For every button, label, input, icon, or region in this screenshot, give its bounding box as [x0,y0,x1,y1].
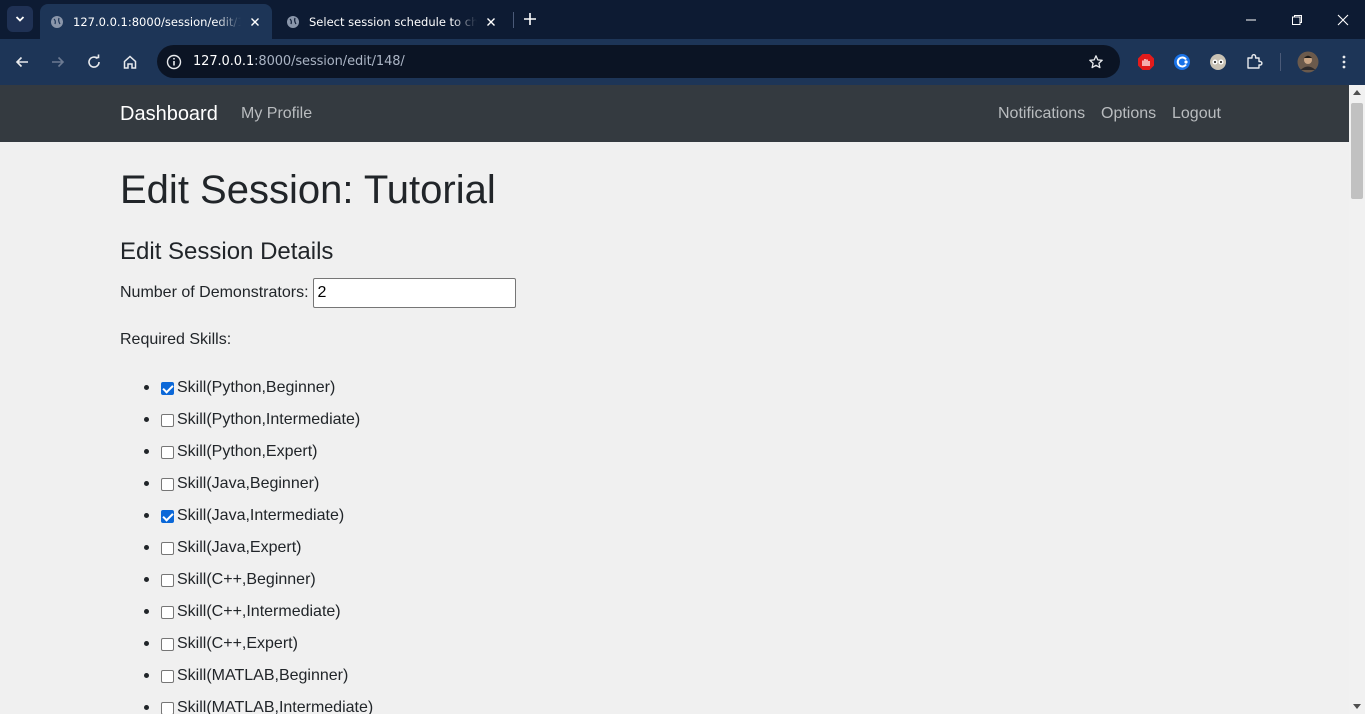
skill-checkbox[interactable] [161,382,174,395]
adblock-extension-icon[interactable] [1135,51,1157,73]
navbar-brand-dashboard[interactable]: Dashboard [120,103,218,126]
globe-icon [50,15,64,29]
reload-icon [88,54,100,68]
bullet [144,641,149,646]
skill-label[interactable]: Skill(MATLAB,Beginner) [177,667,348,685]
skill-checkbox[interactable] [161,702,174,714]
skill-label[interactable]: Skill(C++,Intermediate) [177,603,341,621]
globe-icon [286,15,300,29]
address-bar[interactable]: 127.0.0.1:8000/session/edit/148/ [157,45,1120,78]
demonstrators-input[interactable] [312,278,516,308]
skill-checkbox[interactable] [161,414,174,427]
avatar[interactable] [1297,51,1319,73]
skill-checkbox[interactable] [161,542,174,555]
page-title: Edit Session: Tutorial [120,168,496,212]
skill-checkbox[interactable] [161,478,174,491]
bullet [144,673,149,678]
skill-label[interactable]: Skill(Java,Intermediate) [177,507,344,525]
demonstrators-label: Number of Demonstrators: [120,284,309,301]
close-icon[interactable] [483,14,499,30]
forward-button[interactable] [45,49,71,75]
demonstrators-row: Number of Demonstrators: [120,278,516,308]
scroll-down-arrow-icon[interactable] [1353,704,1361,709]
nav-link-logout[interactable]: Logout [1172,105,1221,123]
restore-button[interactable] [1274,0,1320,39]
url-path: :8000/session/edit/148/ [254,54,405,69]
bullet [144,577,149,582]
browser-toolbar: 127.0.0.1:8000/session/edit/148/ [0,39,1365,85]
skill-checkbox[interactable] [161,606,174,619]
required-skills-label: Required Skills: [120,331,232,348]
bookmark-star-icon[interactable] [1086,52,1106,72]
close-icon[interactable] [247,14,263,30]
scrollbar-thumb[interactable] [1351,103,1363,199]
skill-checkbox[interactable] [161,638,174,651]
nav-link-notifications[interactable]: Notifications [998,105,1085,123]
skill-label[interactable]: Skill(Python,Expert) [177,443,318,461]
toolbar-divider [1280,53,1281,71]
skill-checkbox[interactable] [161,446,174,459]
section-title: Edit Session Details [120,238,334,265]
skill-label[interactable]: Skill(Java,Expert) [177,539,301,557]
url-host: 127.0.0.1 [193,54,255,69]
arrow-right-icon [52,56,65,68]
home-icon [123,55,137,69]
tab-search-button[interactable] [7,6,33,32]
close-window-button[interactable] [1320,0,1365,39]
arrow-left-icon [15,56,28,68]
reload-button[interactable] [81,49,107,75]
new-tab-button[interactable] [520,9,540,29]
skill-label[interactable]: Skill(Java,Beginner) [177,475,319,493]
chevron-down-icon [15,16,25,22]
minimize-icon [1246,19,1256,20]
skill-label[interactable]: Skill(C++,Expert) [177,635,298,653]
tab-title: Select session schedule to change [309,14,477,29]
bullet [144,449,149,454]
skill-label[interactable]: Skill(MATLAB,Intermediate) [177,699,373,714]
bullet [144,481,149,486]
restore-icon [1292,14,1302,25]
minimize-button[interactable] [1228,0,1274,39]
tab-divider [513,12,514,28]
scroll-up-arrow-icon[interactable] [1353,90,1361,95]
back-button[interactable] [9,49,35,75]
address-url[interactable]: 127.0.0.1:8000/session/edit/148/ [193,54,405,69]
bullet [144,385,149,390]
blue-extension-icon[interactable] [1171,51,1193,73]
tab-active[interactable]: 127.0.0.1:8000/session/edit/148/ [40,4,272,39]
bullet [144,705,149,710]
bullet [144,545,149,550]
tab-inactive[interactable]: Select session schedule to change [276,4,512,39]
skill-checkbox[interactable] [161,574,174,587]
skill-checkbox[interactable] [161,670,174,683]
skill-label[interactable]: Skill(Python,Intermediate) [177,411,360,429]
close-icon [1337,14,1349,25]
bullet [144,513,149,518]
skill-label[interactable]: Skill(Python,Beginner) [177,379,335,397]
site-info-icon[interactable] [164,52,184,72]
page-scrollbar[interactable] [1349,85,1365,714]
bullet [144,417,149,422]
site-navbar: Dashboard My Profile Notifications Optio… [0,85,1349,142]
skill-checkbox[interactable] [161,510,174,523]
kebab-menu-icon[interactable] [1333,51,1355,73]
puzzle-extensions-icon[interactable] [1243,51,1265,73]
owl-extension-icon[interactable] [1207,51,1229,73]
nav-link-my-profile[interactable]: My Profile [241,105,312,123]
bullet [144,609,149,614]
home-button[interactable] [117,49,143,75]
plus-icon [524,13,536,25]
skill-label[interactable]: Skill(C++,Beginner) [177,571,316,589]
browser-tabstrip: 127.0.0.1:8000/session/edit/148/ Select … [0,0,1365,39]
nav-link-options[interactable]: Options [1101,105,1156,123]
tab-title: 127.0.0.1:8000/session/edit/148/ [73,14,241,29]
